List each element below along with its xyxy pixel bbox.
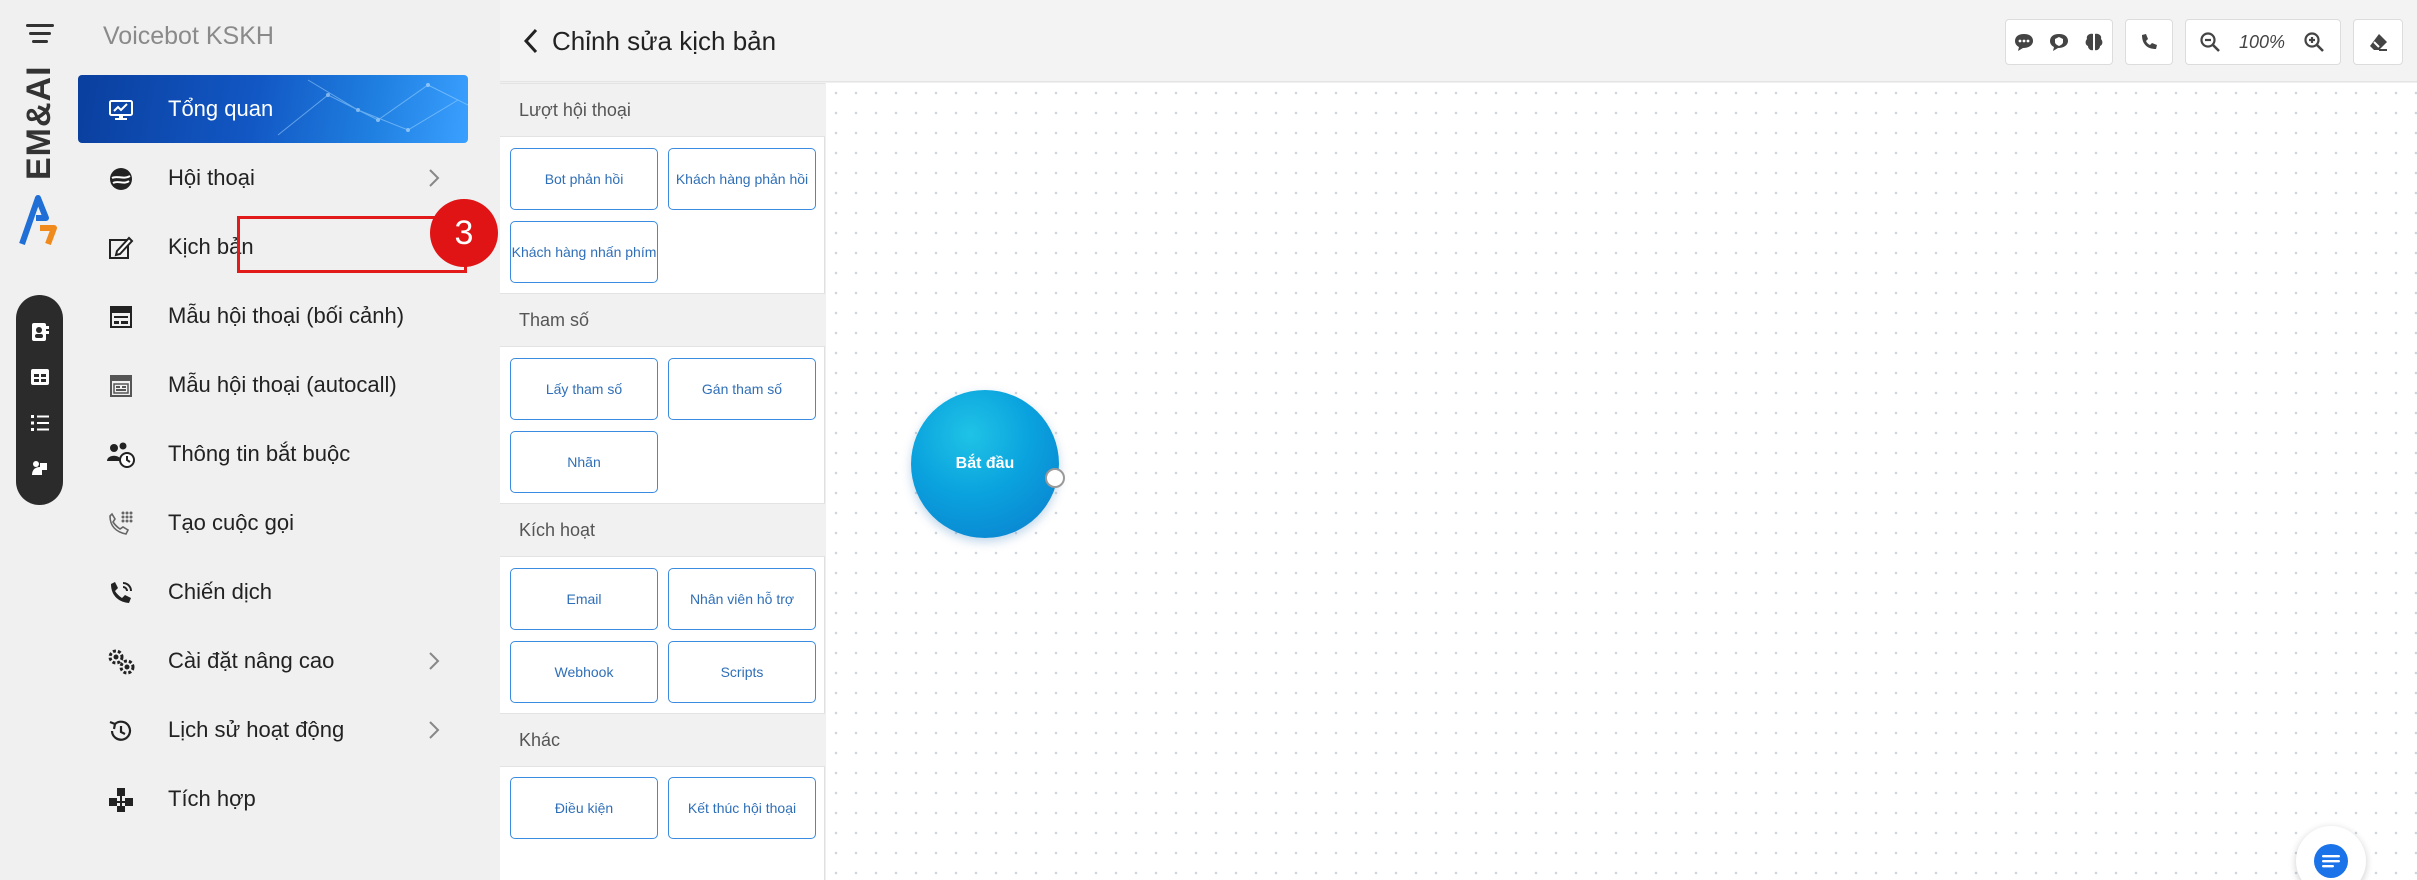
palette-button-nhan[interactable]: Nhãn (510, 431, 658, 493)
shield-chat-icon[interactable] (2041, 20, 2076, 64)
palette-button-ket-thuc-hoi-thoai[interactable]: Kết thúc hội thoại (668, 777, 816, 839)
sidebar-item-label: Chiến dịch (168, 579, 272, 604)
bot-name: Voicebot KSKH (103, 22, 274, 50)
brand-logo: EM&AI (16, 65, 62, 248)
zoom-in-icon[interactable] (2290, 20, 2338, 64)
sidebar-item-label: Tích hợp (168, 786, 256, 811)
palette-button-lay-tham-so[interactable]: Lấy tham số (510, 358, 658, 420)
sidebar-item-tao-cuoc-goi[interactable]: Tạo cuộc gọi (78, 489, 468, 557)
palette-button-webhook[interactable]: Webhook (510, 641, 658, 703)
template-icon (106, 302, 136, 332)
active-item-decoration (277, 79, 468, 136)
palette-button-email[interactable]: Email (510, 568, 658, 630)
palette-button-khach-hang-phan-hoi[interactable]: Khách hàng phản hồi (668, 148, 816, 210)
menu-toggle-icon[interactable] (26, 24, 54, 44)
sidebar-item-chien-dich[interactable]: Chiến dịch (78, 558, 468, 626)
table-icon[interactable] (27, 364, 53, 390)
required-info-icon (106, 440, 136, 470)
logo-mark-icon (19, 195, 57, 246)
palette-button-dieu-kien[interactable]: Điều kiện (510, 777, 658, 839)
palette-button-gan-tham-so[interactable]: Gán tham số (668, 358, 816, 420)
palette-button-khach-hang-nhan-phim[interactable]: Khách hàng nhấn phím (510, 221, 658, 283)
section-header-tham-so: Tham số (500, 293, 825, 347)
phone-icon[interactable] (2126, 20, 2172, 64)
chat-icon (2314, 844, 2348, 878)
palette-button-scripts[interactable]: Scripts (668, 641, 816, 703)
history-icon (106, 716, 136, 746)
zoom-level: 100% (2238, 31, 2286, 52)
chat-bubble-icon[interactable] (2006, 20, 2041, 64)
back-arrow-icon[interactable] (520, 26, 542, 56)
sidebar-item-label: Hội thoại (168, 165, 255, 190)
brand-text: EM&AI (20, 65, 58, 180)
sidebar-item-label: Lịch sử hoạt động (168, 717, 345, 742)
brain-icon[interactable] (2077, 20, 2112, 64)
dashboard-icon (106, 95, 136, 125)
autocall-template-icon (106, 371, 136, 401)
bot-tools-group (2005, 19, 2113, 65)
sidebar-item-mau-hoi-thoai-autocall[interactable]: Mẫu hội thoại (autocall) (78, 351, 468, 419)
section-header-luot-hoi-thoai: Lượt hội thoại (500, 83, 825, 137)
campaign-phone-icon (106, 578, 136, 608)
sidebar-item-label: Cài đặt nâng cao (168, 648, 335, 673)
chevron-right-icon (429, 721, 440, 739)
sidebar-item-label: Thông tin bắt buộc (168, 441, 351, 466)
start-node-output-port[interactable] (1045, 468, 1065, 488)
settings-icon (106, 647, 136, 677)
step-number-badge: 3 (430, 199, 498, 267)
sidebar-item-label: Mẫu hội thoại (bối cảnh) (168, 303, 405, 328)
zoom-controls: 100% (2185, 19, 2341, 65)
chevron-right-icon (429, 652, 440, 670)
component-palette: Lượt hội thoại Bot phản hồi Khách hàng p… (500, 83, 825, 880)
section-header-kich-hoat: Kích hoạt (500, 503, 825, 557)
sidebar-item-cai-dat-nang-cao[interactable]: Cài đặt nâng cao (78, 627, 468, 695)
editor-header: Chỉnh sửa kịch bản 100% (500, 0, 2417, 82)
conversation-icon (106, 164, 136, 194)
quick-tools-pill (16, 295, 63, 505)
integration-icon (106, 785, 136, 815)
page-title: Chỉnh sửa kịch bản (552, 26, 777, 56)
start-node[interactable]: Bắt đầu (911, 390, 1059, 538)
sidebar-item-label: Tổng quan (168, 96, 274, 121)
eraser-icon[interactable] (2354, 20, 2402, 64)
dialpad-icon (106, 509, 136, 539)
flow-canvas[interactable]: Bắt đầu (826, 83, 2417, 880)
sidebar-item-mau-hoi-thoai-boi-canh[interactable]: Mẫu hội thoại (bối cảnh) (78, 282, 468, 350)
clear-tools-group (2353, 19, 2403, 65)
support-icon[interactable] (27, 455, 53, 481)
sidebar: Voicebot KSKH Tổng quan Hội thoại Kịch b… (78, 0, 498, 880)
zoom-out-icon[interactable] (2186, 20, 2234, 64)
sidebar-item-thong-tin-bat-buoc[interactable]: Thông tin bắt buộc (78, 420, 468, 488)
sidebar-item-tong-quan[interactable]: Tổng quan (78, 75, 468, 143)
call-tools-group (2125, 19, 2173, 65)
palette-button-nhan-vien-ho-tro[interactable]: Nhân viên hỗ trợ (668, 568, 816, 630)
chevron-right-icon (429, 169, 440, 187)
section-header-khac: Khác (500, 713, 825, 767)
sidebar-item-lich-su-hoat-dong[interactable]: Lịch sử hoạt động (78, 696, 468, 764)
sidebar-item-tich-hop[interactable]: Tích hợp (78, 765, 468, 833)
sidebar-item-label: Mẫu hội thoại (autocall) (168, 372, 397, 397)
script-edit-icon (106, 233, 136, 263)
palette-button-bot-phan-hoi[interactable]: Bot phản hồi (510, 148, 658, 210)
checklist-icon[interactable] (27, 410, 53, 436)
icon-rail: EM&AI (0, 0, 78, 880)
sidebar-item-hoi-thoai[interactable]: Hội thoại (78, 144, 468, 212)
contacts-icon[interactable] (27, 319, 53, 345)
sidebar-item-label: Tạo cuộc gọi (168, 510, 294, 535)
